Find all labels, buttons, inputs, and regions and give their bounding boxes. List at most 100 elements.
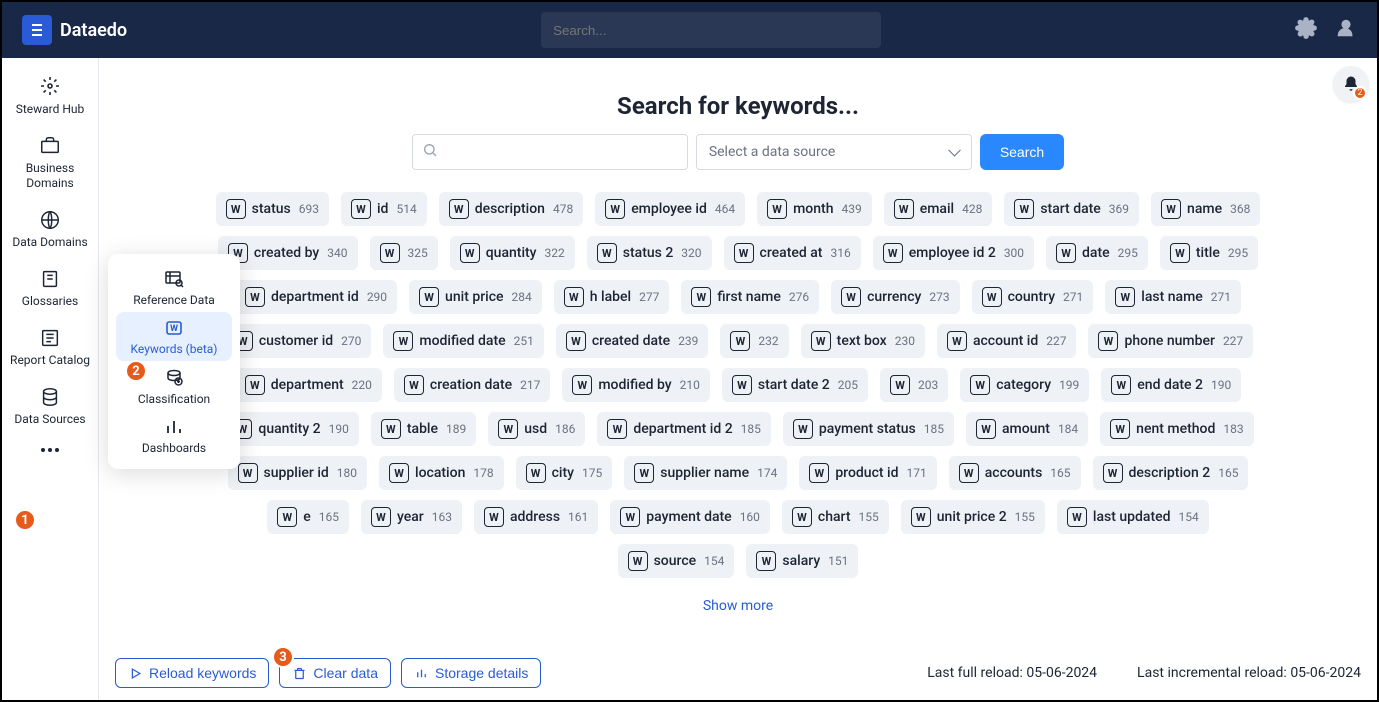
keyword-tag[interactable]: Wquantity 2190 xyxy=(222,412,358,446)
sidebar-item-report-catalog[interactable]: Report Catalog xyxy=(2,321,98,374)
keyword-tag[interactable]: Wphone number227 xyxy=(1088,324,1253,358)
keyword-count: 320 xyxy=(681,246,701,260)
keyword-tag[interactable]: Wproduct id171 xyxy=(799,456,936,490)
settings-icon[interactable] xyxy=(1295,17,1317,43)
keyword-tag[interactable]: Wid514 xyxy=(341,192,427,226)
keyword-tag[interactable]: W232 xyxy=(720,324,788,358)
keyword-cloud: Wstatus693 Wid514 Wdescription478 Wemployee… xyxy=(203,192,1273,578)
keyword-tag[interactable]: Wdepartment220 xyxy=(235,368,382,402)
keyword-tag[interactable]: Wdepartment id290 xyxy=(235,280,397,314)
flyout-item-reference-data[interactable]: Reference Data xyxy=(116,263,232,311)
keyword-tag[interactable]: Wemployee id 2300 xyxy=(873,236,1034,270)
keyword-tag[interactable]: Wh label277 xyxy=(554,280,670,314)
word-icon: W xyxy=(605,199,625,219)
user-icon[interactable] xyxy=(1335,17,1357,43)
keyword-tag[interactable]: W203 xyxy=(880,368,948,402)
notification-count: 2 xyxy=(1353,86,1367,100)
sidebar-item-business-domains[interactable]: Business Domains xyxy=(2,129,98,197)
keyword-tag[interactable]: Wpayment status185 xyxy=(783,412,954,446)
keyword-tag[interactable]: Waddress161 xyxy=(474,500,598,534)
keyword-tag[interactable]: Waccounts165 xyxy=(949,456,1081,490)
sidebar-item-data-domains[interactable]: Data Domains xyxy=(2,203,98,256)
keyword-tag[interactable]: W325 xyxy=(370,236,438,270)
keyword-tag[interactable]: Wyear163 xyxy=(361,500,462,534)
keyword-tag[interactable]: Wmodified by210 xyxy=(562,368,710,402)
keyword-tag[interactable]: Wsupplier name174 xyxy=(624,456,787,490)
search-button[interactable]: Search xyxy=(980,134,1064,170)
keyword-tag[interactable]: Wlast name271 xyxy=(1105,280,1241,314)
keyword-count: 189 xyxy=(446,422,466,436)
keyword-tag[interactable]: Wcustomer id270 xyxy=(223,324,372,358)
word-icon: W xyxy=(526,463,546,483)
keyword-tag[interactable]: Wunit price284 xyxy=(409,280,542,314)
keyword-tag[interactable]: Wcountry271 xyxy=(972,280,1094,314)
keyword-tag[interactable]: Wstatus 2320 xyxy=(587,236,712,270)
keyword-tag[interactable]: We165 xyxy=(267,500,349,534)
keyword-tag[interactable]: Wcategory199 xyxy=(960,368,1089,402)
keyword-tag[interactable]: Wquantity322 xyxy=(450,236,575,270)
keyword-tag[interactable]: Wsupplier id180 xyxy=(228,456,367,490)
logo[interactable]: Dataedo xyxy=(22,15,127,45)
storage-details-button[interactable]: Storage details xyxy=(401,658,541,688)
keyword-tag[interactable]: Wmodified date251 xyxy=(383,324,543,358)
keyword-tag[interactable]: Wtitle295 xyxy=(1160,236,1258,270)
keyword-label: employee id xyxy=(631,201,707,217)
keyword-tag[interactable]: Wsalary151 xyxy=(746,544,858,578)
sidebar-item-steward-hub[interactable]: Steward Hub xyxy=(2,68,98,123)
reload-keywords-button[interactable]: Reload keywords xyxy=(115,658,269,688)
keyword-tag[interactable]: Wpayment date160 xyxy=(610,500,770,534)
play-icon xyxy=(128,666,143,681)
keyword-tag[interactable]: Wstart date 2205 xyxy=(722,368,868,402)
keyword-tag[interactable]: Wmonth439 xyxy=(757,192,872,226)
keyword-tag[interactable]: Wchart155 xyxy=(782,500,889,534)
keyword-tag[interactable]: Wusd186 xyxy=(488,412,585,446)
flyout-item-keywords[interactable]: W Keywords (beta) xyxy=(116,312,232,360)
keyword-tag[interactable]: Wlast updated154 xyxy=(1057,500,1209,534)
keyword-tag[interactable]: Wstatus693 xyxy=(216,192,329,226)
keyword-tag[interactable]: Wamount184 xyxy=(966,412,1088,446)
keyword-tag[interactable]: Wend date 2190 xyxy=(1101,368,1241,402)
keyword-tag[interactable]: Wdate295 xyxy=(1046,236,1148,270)
keyword-tag[interactable]: Wlocation178 xyxy=(379,456,504,490)
keyword-tag[interactable]: Wdepartment id 2185 xyxy=(597,412,771,446)
ellipsis-icon xyxy=(39,445,61,455)
keyword-tag[interactable]: Wdescription 2165 xyxy=(1093,456,1249,490)
header-actions xyxy=(1295,17,1357,43)
keyword-tag[interactable]: Wemail428 xyxy=(884,192,993,226)
keyword-tag[interactable]: Wsource154 xyxy=(618,544,735,578)
keyword-count: 514 xyxy=(396,202,416,216)
word-icon: W xyxy=(389,463,409,483)
sidebar-item-data-sources[interactable]: Data Sources xyxy=(2,380,98,433)
keyword-tag[interactable]: Wcurrency273 xyxy=(831,280,960,314)
keyword-tag[interactable]: Wtable189 xyxy=(371,412,476,446)
keyword-label: currency xyxy=(867,289,921,305)
keyword-tag[interactable]: Wfirst name276 xyxy=(681,280,819,314)
keyword-label: salary xyxy=(782,553,820,569)
clear-data-button[interactable]: Clear data xyxy=(279,658,391,688)
sidebar-item-more[interactable] xyxy=(2,439,98,465)
keyword-tag[interactable]: Wcity175 xyxy=(516,456,613,490)
keyword-tag[interactable]: Wcreated at316 xyxy=(724,236,861,270)
word-icon: W xyxy=(811,331,831,351)
flyout-item-dashboards[interactable]: Dashboards xyxy=(116,411,232,459)
keyword-tag[interactable]: Wemployee id464 xyxy=(595,192,745,226)
data-source-select[interactable]: Select a data source xyxy=(696,134,972,170)
sidebar-item-glossaries[interactable]: Glossaries xyxy=(2,262,98,315)
word-icon: W xyxy=(883,243,903,263)
keyword-tag[interactable]: Wtext box230 xyxy=(801,324,925,358)
notification-button[interactable]: 2 xyxy=(1333,66,1369,102)
keyword-tag[interactable]: Wnent method183 xyxy=(1100,412,1253,446)
word-icon: W xyxy=(890,375,910,395)
keyword-tag[interactable]: Wcreated date239 xyxy=(556,324,709,358)
show-more-link[interactable]: Show more xyxy=(119,598,1357,614)
keyword-tag[interactable]: Wunit price 2155 xyxy=(901,500,1045,534)
keyword-label: first name xyxy=(717,289,781,305)
keyword-tag[interactable]: Wcreation date217 xyxy=(394,368,550,402)
keyword-search-input[interactable] xyxy=(412,134,688,170)
keyword-tag[interactable]: Wdescription478 xyxy=(439,192,584,226)
keyword-tag[interactable]: Waccount id227 xyxy=(937,324,1077,358)
keyword-tag[interactable]: Wname368 xyxy=(1151,192,1260,226)
keyword-tag[interactable]: Wstart date369 xyxy=(1004,192,1139,226)
keyword-count: 368 xyxy=(1230,202,1250,216)
global-search-input[interactable] xyxy=(541,12,881,48)
